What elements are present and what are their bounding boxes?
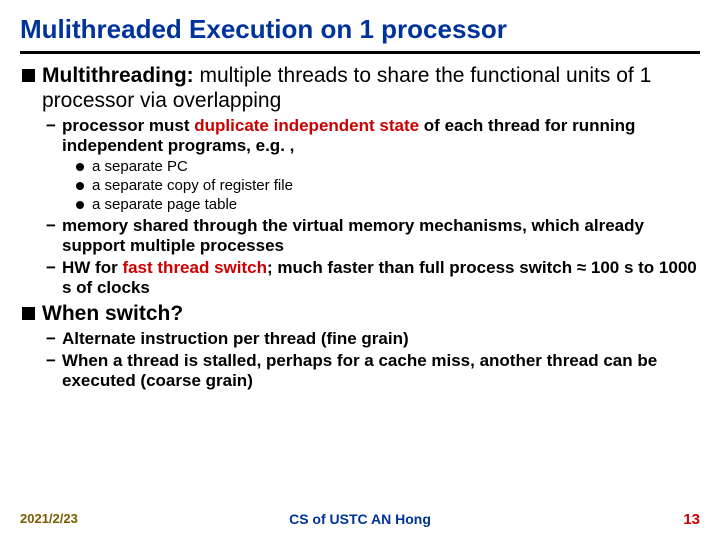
bullet-duplicate-state: processor must duplicate independent sta… bbox=[20, 116, 700, 156]
slide: Mulithreaded Execution on 1 processor Mu… bbox=[0, 0, 720, 391]
footer-center: CS of USTC AN Hong bbox=[20, 511, 700, 527]
text: Multithreading: bbox=[42, 64, 199, 87]
title-rule bbox=[20, 51, 700, 54]
bullet-pc: a separate PC bbox=[20, 158, 700, 176]
footer: 2021/2/23 CS of USTC AN Hong 13 bbox=[20, 511, 700, 526]
slide-title: Mulithreaded Execution on 1 processor bbox=[20, 14, 700, 45]
bullet-memory-shared: memory shared through the virtual memory… bbox=[20, 216, 700, 256]
bullet-fast-switch: HW for fast thread switch; much faster t… bbox=[20, 258, 700, 298]
text-red: duplicate independent state bbox=[194, 116, 419, 135]
bullet-pagetable: a separate page table bbox=[20, 196, 700, 214]
bullet-coarse-grain: When a thread is stalled, perhaps for a … bbox=[20, 351, 700, 391]
text: HW for bbox=[62, 258, 122, 277]
bullet-fine-grain: Alternate instruction per thread (fine g… bbox=[20, 329, 700, 349]
text: processor must bbox=[62, 116, 194, 135]
bullet-multithreading: Multithreading: multiple threads to shar… bbox=[20, 64, 700, 114]
text-red: fast thread switch bbox=[122, 258, 267, 277]
footer-page: 13 bbox=[683, 511, 700, 528]
bullet-regfile: a separate copy of register file bbox=[20, 177, 700, 195]
bullet-when-switch: When switch? bbox=[20, 302, 700, 327]
